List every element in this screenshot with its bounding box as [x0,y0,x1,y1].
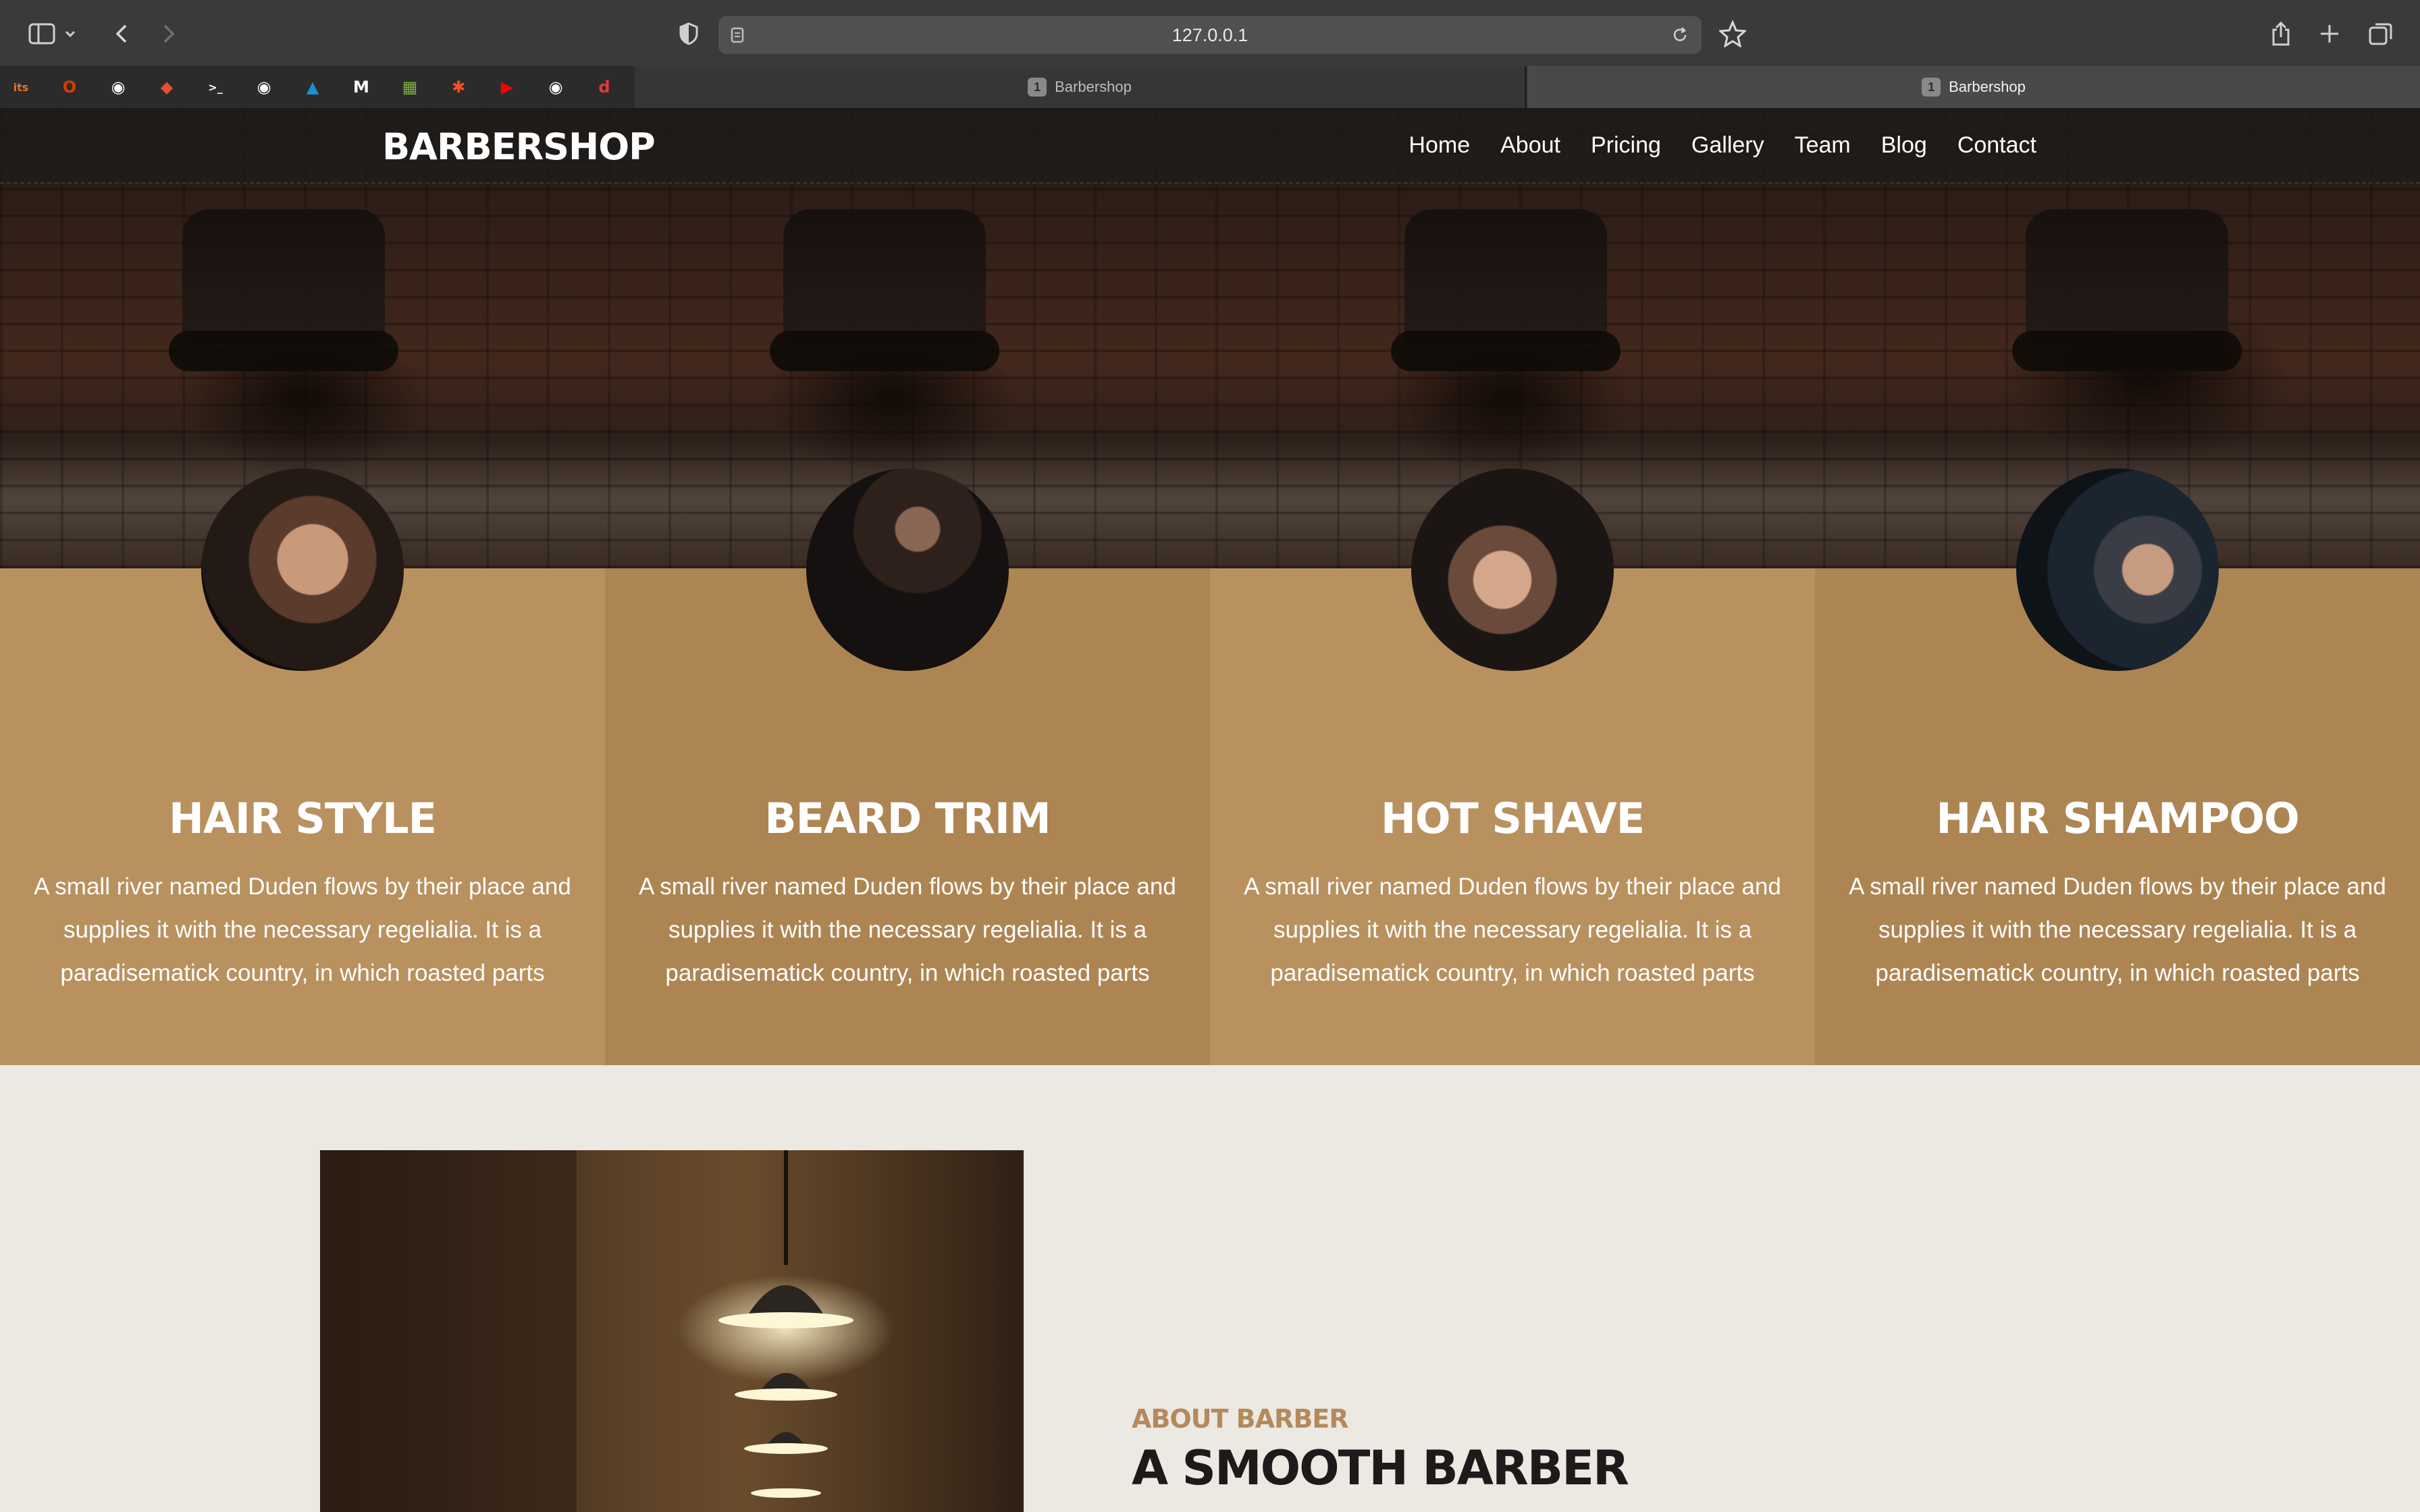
terminal-icon[interactable]: >_ [203,74,228,100]
service-description: A small river named Duden flows by their… [639,873,1176,986]
chevron-down-icon[interactable] [62,18,78,50]
image-icon[interactable]: ▦ [397,74,423,100]
tab-barbershop-2[interactable]: 1 Barbershop [1527,66,2420,108]
site-navbar: BARBERSHOP Home About Pricing Gallery Te… [0,108,2420,184]
tab-title: Barbershop [1949,78,2026,95]
hair-shampoo-photo-icon [2016,468,2219,671]
services-section: HAIR STYLE A small river named Duden flo… [0,468,2420,1065]
barber-chair-image [2026,209,2228,344]
page-icon [731,27,744,47]
nav-link-pricing[interactable]: Pricing [1591,132,1661,159]
service-title: BEARD TRIM [764,794,1051,843]
tab-overview-icon[interactable] [2365,18,2397,50]
bookmark-star-icon[interactable] [1716,18,1749,50]
barber-chair-seat [169,331,398,371]
service-title: HAIR SHAMPOO [1936,794,2299,843]
brand-logo[interactable]: BARBERSHOP [382,126,656,168]
nav-menu: Home About Pricing Gallery Team Blog Con… [1378,132,2036,159]
service-card-hair-shampoo: HAIR SHAMPOO A small river named Duden f… [1815,468,2420,1065]
barber-chair-image [182,209,385,344]
asterisk-icon[interactable]: ✱ [446,74,471,100]
github-icon[interactable]: ◉ [543,74,569,100]
nav-link-home[interactable]: Home [1409,132,1470,159]
hot-shave-photo-icon [1411,468,1614,671]
nav-link-about[interactable]: About [1500,132,1560,159]
hair-style-photo-icon [201,468,404,671]
barber-chair-seat [2012,331,2242,371]
m-icon[interactable]: M [348,74,374,100]
address-bar[interactable]: 127.0.0.1 [718,16,1702,54]
arch-icon[interactable]: ▲ [300,74,325,100]
sidebar-toggle-icon[interactable] [26,18,58,50]
tab-number-badge: 1 [1922,78,1941,97]
privacy-shield-icon[interactable] [673,18,705,50]
new-tab-icon[interactable] [2313,18,2346,50]
beard-trim-photo-icon [806,468,1009,671]
reload-icon[interactable] [1671,26,1689,48]
url-text: 127.0.0.1 [1172,24,1248,45]
nav-link-contact[interactable]: Contact [1957,132,2036,159]
github-icon[interactable]: ◉ [105,74,131,100]
nav-link-gallery[interactable]: Gallery [1691,132,1764,159]
barber-chair-image [1404,209,1607,344]
office-icon[interactable]: O [57,74,82,100]
service-card-hair-style: HAIR STYLE A small river named Duden flo… [0,468,605,1065]
share-icon[interactable] [2265,18,2297,50]
service-title: HAIR STYLE [169,794,437,843]
about-title: A SMOOTH BARBER [1132,1440,1629,1496]
nav-link-blog[interactable]: Blog [1881,132,1927,159]
service-card-beard-trim: BEARD TRIM A small river named Duden flo… [605,468,1210,1065]
its-icon[interactable]: its [8,74,34,100]
tab-bar: its O ◉ ◆ >_ ◉ ▲ M ▦ ✱ ▶ ◉ d 1 Barbershop 1 Barbersh… [0,66,2420,108]
browser-toolbar: 127.0.0.1 [0,0,2420,66]
tab-barbershop-1[interactable]: 1 Barbershop [635,66,1526,108]
barber-chair-seat [1391,331,1621,371]
tab-title: Barbershop [1055,78,1132,95]
service-title: HOT SHAVE [1380,794,1645,843]
nav-link-team[interactable]: Team [1795,132,1851,159]
service-card-hot-shave: HOT SHAVE A small river named Duden flow… [1210,468,1815,1065]
git-icon[interactable]: ◆ [154,74,180,100]
service-description: A small river named Duden flows by their… [1244,873,1781,986]
about-kicker: ABOUT BARBER [1132,1404,1348,1434]
barber-chair-image [783,209,986,344]
forward-icon[interactable] [153,18,185,50]
d-icon[interactable]: d [591,74,617,100]
back-icon[interactable] [105,18,138,50]
about-barbershop-photo [320,1150,1024,1512]
github-icon[interactable]: ◉ [251,74,277,100]
barber-chair-seat [770,331,999,371]
youtube-icon[interactable]: ▶ [494,74,520,100]
pendant-lamps-image [320,1150,894,1512]
service-description: A small river named Duden flows by their… [1849,873,2386,986]
tab-number-badge: 1 [1028,78,1047,97]
service-description: A small river named Duden flows by their… [34,873,571,986]
